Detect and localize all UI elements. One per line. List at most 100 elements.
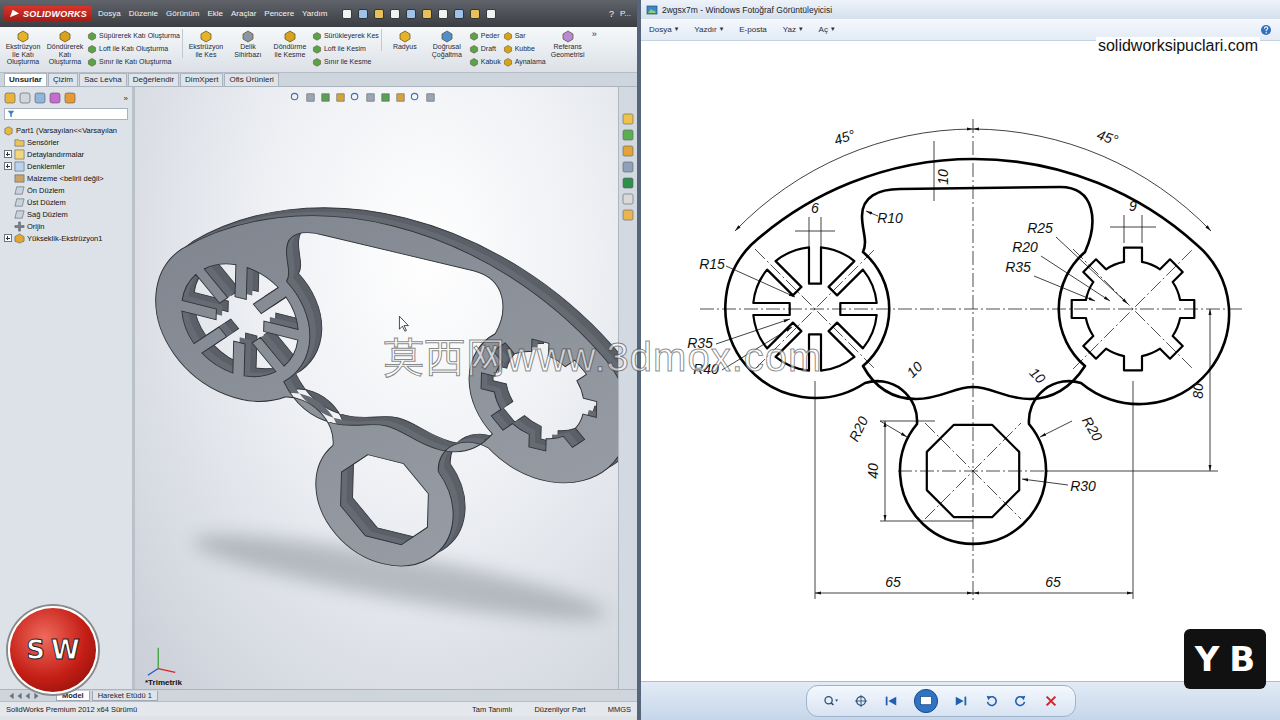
ribbon-button[interactable]: Ekstrüzyon İle Katı Oluşturma <box>3 29 43 66</box>
toolbar-icon[interactable] <box>453 8 465 20</box>
ribbon-button[interactable]: Referans Geometrisi <box>548 29 588 58</box>
toolbar-icon[interactable] <box>389 8 401 20</box>
command-tab[interactable]: Değerlendir <box>128 73 179 86</box>
tree-item[interactable]: Part1 (Varsayılan<<Varsayılan <box>3 124 130 136</box>
rotate-right-icon[interactable] <box>1013 694 1029 708</box>
toolbar-icon[interactable] <box>357 8 369 20</box>
command-tab[interactable]: Unsurlar <box>4 73 47 86</box>
ribbon-button[interactable]: Delik Sihirbazı <box>228 29 268 58</box>
ribbon-button[interactable]: Sar <box>503 29 546 42</box>
tab-scroll-icon[interactable] <box>4 692 44 700</box>
ribbon-button[interactable]: Loft ile Kesim <box>312 42 379 55</box>
plus-icon[interactable] <box>4 150 12 158</box>
view-tool-icon[interactable] <box>305 92 316 103</box>
toolbar-icon[interactable] <box>421 8 433 20</box>
task-pane-icon[interactable] <box>622 177 634 189</box>
ribbon-button[interactable]: Ekstrüzyon ile Kes <box>186 29 226 58</box>
menu-item[interactable]: Aç▾ <box>819 25 835 34</box>
view-tool-icon[interactable] <box>350 92 361 103</box>
toolbar-icon[interactable] <box>373 8 385 20</box>
command-tab[interactable]: Ofis Ürünleri <box>224 73 278 86</box>
task-pane-icon[interactable] <box>622 193 634 205</box>
view-tool-icon[interactable] <box>380 92 391 103</box>
menu-item[interactable]: Yaz▾ <box>783 25 803 34</box>
task-pane-icon[interactable] <box>622 129 634 141</box>
manager-tab-icon[interactable] <box>34 92 46 104</box>
part-model[interactable] <box>135 87 618 689</box>
plus-icon[interactable] <box>4 162 12 170</box>
ribbon-button[interactable]: Sınır ile Katı Oluşturma <box>87 55 180 68</box>
ribbon-button[interactable]: Kabuk <box>469 55 501 68</box>
command-tab[interactable]: DimXpert <box>180 73 223 86</box>
task-pane-icon[interactable] <box>622 209 634 221</box>
toolbar-icon[interactable] <box>405 8 417 20</box>
view-tool-icon[interactable] <box>425 92 436 103</box>
task-pane-icon[interactable] <box>622 113 634 125</box>
tree-item[interactable]: Sağ Düzlem <box>3 208 130 220</box>
menu-item[interactable]: Ekle <box>207 9 223 18</box>
command-tab[interactable]: Çizim <box>48 73 78 86</box>
manager-tab-icon[interactable] <box>19 92 31 104</box>
expand-toggle[interactable] <box>3 234 12 242</box>
tree-filter[interactable] <box>4 108 128 120</box>
tree-item[interactable]: Malzeme <belirli değil> <box>3 172 130 184</box>
manager-tab-icon[interactable] <box>64 92 76 104</box>
ribbon-button[interactable]: Kubbe <box>503 42 546 55</box>
tree-item[interactable]: Denklemler <box>3 160 130 172</box>
tree-item[interactable]: Yükseklik-Ekstrüzyon1 <box>3 232 130 244</box>
menu-item[interactable]: Düzenle <box>129 9 158 18</box>
actual-size-icon[interactable] <box>853 694 869 708</box>
ribbon-button[interactable]: Sınır ile Kesme <box>312 55 379 68</box>
zoom-icon[interactable] <box>823 694 839 708</box>
help-icon[interactable] <box>1260 24 1272 36</box>
slideshow-icon[interactable] <box>913 688 939 714</box>
view-tool-icon[interactable] <box>335 92 346 103</box>
view-tool-icon[interactable] <box>320 92 331 103</box>
expand-toggle[interactable] <box>3 162 12 170</box>
delete-icon[interactable] <box>1043 694 1059 708</box>
tree-item[interactable]: Sensörler <box>3 136 130 148</box>
solidworks-logo[interactable]: SOLIDWORKS <box>4 6 92 21</box>
menu-item[interactable]: Dosya <box>98 9 121 18</box>
plus-icon[interactable] <box>4 234 12 242</box>
search-box[interactable]: P... <box>620 9 633 18</box>
ribbon-button[interactable]: Loft ile Katı Oluşturma <box>87 42 180 55</box>
previous-icon[interactable] <box>883 694 899 708</box>
ribbon-button[interactable]: Döndürerek Katı Oluşturma <box>45 29 85 66</box>
model-tab[interactable]: Hareket Etüdü 1 <box>92 691 158 701</box>
rotate-left-icon[interactable] <box>983 694 999 708</box>
menu-item[interactable]: Yazdır▾ <box>694 25 723 34</box>
view-tool-icon[interactable] <box>365 92 376 103</box>
ribbon-button[interactable]: Sürükleyerek Kes <box>312 29 379 42</box>
menu-item[interactable]: E-posta <box>739 25 767 34</box>
toolbar-icon[interactable] <box>341 8 353 20</box>
graphics-area[interactable]: *Trimetrik <box>135 87 618 689</box>
ribbon-more-button[interactable]: » <box>592 29 597 39</box>
toolbar-icon[interactable] <box>437 8 449 20</box>
manager-tab-icon[interactable] <box>4 92 16 104</box>
tree-item[interactable]: Ön Düzlem <box>3 184 130 196</box>
manager-tab-icon[interactable] <box>49 92 61 104</box>
menu-item[interactable]: Görünüm <box>166 9 199 18</box>
view-tool-icon[interactable] <box>290 92 301 103</box>
ribbon-button[interactable]: Doğrusal Çoğaltma <box>427 29 467 58</box>
menu-item[interactable]: Araçlar <box>231 9 256 18</box>
ribbon-button[interactable]: Draft <box>469 42 501 55</box>
menu-item[interactable]: Yardım <box>302 9 327 18</box>
task-pane-icon[interactable] <box>622 161 634 173</box>
task-pane-icon[interactable] <box>622 145 634 157</box>
tree-item[interactable]: Orijin <box>3 220 130 232</box>
tree-item[interactable]: Üst Düzlem <box>3 196 130 208</box>
command-tab[interactable]: Sac Levha <box>79 73 127 86</box>
ribbon-button[interactable]: Radyus <box>385 29 425 51</box>
ribbon-button[interactable]: Peder <box>469 29 501 42</box>
menu-item[interactable]: Dosya▾ <box>649 25 678 34</box>
help-button[interactable]: ? <box>609 9 614 19</box>
manager-more[interactable]: » <box>124 94 128 103</box>
ribbon-button[interactable]: Süpürerek Katı Oluşturma <box>87 29 180 42</box>
ribbon-button[interactable]: Döndürme ile Kesme <box>270 29 310 58</box>
next-icon[interactable] <box>953 694 969 708</box>
menu-item[interactable]: Pencere <box>264 9 294 18</box>
expand-toggle[interactable] <box>3 150 12 158</box>
tree-item[interactable]: Detaylandırmalar <box>3 148 130 160</box>
